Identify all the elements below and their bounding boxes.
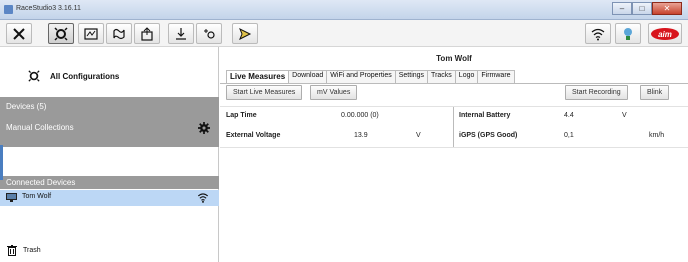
minimize-button[interactable]: – bbox=[612, 2, 632, 15]
tab-settings[interactable]: Settings bbox=[394, 70, 429, 83]
tab-download[interactable]: Download bbox=[288, 70, 328, 83]
all-configurations-label: All Configurations bbox=[50, 71, 120, 81]
toolbar: aim bbox=[0, 20, 688, 47]
send-icon bbox=[239, 27, 252, 40]
measure-label: iGPS (GPS Good) bbox=[459, 132, 518, 139]
trash-item[interactable]: Trash bbox=[7, 245, 41, 256]
close-button[interactable]: ✕ bbox=[652, 2, 682, 15]
download-button[interactable] bbox=[168, 23, 194, 44]
analysis-button[interactable] bbox=[78, 23, 104, 44]
start-live-measures-button[interactable]: Start Live Measures bbox=[226, 85, 303, 100]
sidebar: All Configurations Devices (5) Manual Co… bbox=[0, 47, 219, 262]
device-tabs: Live Measures Download WiFi and Properti… bbox=[226, 70, 515, 83]
track-button[interactable] bbox=[106, 23, 132, 44]
measures-bottom-divider bbox=[220, 147, 688, 148]
device-panel: Tom Wolf Live Measures Download WiFi and… bbox=[220, 47, 688, 262]
connect-button[interactable] bbox=[48, 23, 74, 44]
settings-button[interactable] bbox=[196, 23, 222, 44]
manual-collections-label[interactable]: Manual Collections bbox=[6, 123, 74, 132]
measure-unit: km/h bbox=[649, 132, 665, 139]
settings-icon bbox=[204, 28, 215, 39]
device-title: Tom Wolf bbox=[436, 54, 472, 63]
wifi-icon bbox=[591, 28, 605, 40]
wifi-button[interactable] bbox=[585, 23, 611, 44]
tab-live-measures[interactable]: Live Measures bbox=[226, 70, 290, 83]
aim-logo: aim bbox=[651, 27, 679, 40]
measures-top-divider bbox=[220, 106, 688, 107]
svg-text:aim: aim bbox=[658, 30, 672, 39]
measure-row: Lap Time 0.00.000 (0) Internal Battery 4… bbox=[226, 110, 686, 124]
sidebar-accent bbox=[0, 145, 3, 180]
measure-row: External Voltage 13.9 V iGPS (GPS Good) … bbox=[226, 130, 686, 144]
all-configurations-item[interactable]: All Configurations bbox=[0, 65, 219, 87]
measure-value: 4.4 bbox=[564, 112, 574, 119]
trash-icon bbox=[7, 245, 17, 256]
measure-unit: V bbox=[622, 112, 627, 119]
wifi-icon bbox=[197, 193, 209, 203]
connected-devices-label: Connected Devices bbox=[6, 178, 76, 187]
window-controls: – □ ✕ bbox=[612, 2, 682, 15]
export-button[interactable] bbox=[134, 23, 160, 44]
connect-icon bbox=[28, 70, 40, 82]
title-bar: RaceStudio3 3.16.11 – □ ✕ bbox=[0, 0, 688, 20]
measure-value: 13.9 bbox=[354, 132, 368, 139]
connected-devices-header: Connected Devices bbox=[0, 176, 219, 189]
download-icon bbox=[176, 27, 186, 40]
export-icon bbox=[141, 26, 153, 41]
measure-value: 0.00.000 (0) bbox=[341, 112, 379, 119]
start-recording-button[interactable]: Start Recording bbox=[565, 85, 628, 100]
maximize-button[interactable]: □ bbox=[632, 2, 652, 15]
thermometer-icon bbox=[624, 27, 632, 40]
measure-label: Lap Time bbox=[226, 112, 257, 119]
measure-label: Internal Battery bbox=[459, 112, 511, 119]
connected-device-name: Tom Wolf bbox=[22, 193, 52, 200]
tools-icon bbox=[13, 27, 25, 40]
devices-group[interactable]: Devices (5) Manual Collections bbox=[0, 97, 219, 147]
tools-button[interactable] bbox=[6, 23, 32, 44]
tab-wifi-properties[interactable]: WiFi and Properties bbox=[326, 70, 396, 83]
thermometer-button[interactable] bbox=[615, 23, 641, 44]
devices-header: Devices (5) bbox=[6, 102, 47, 111]
tab-divider bbox=[220, 83, 688, 84]
device-action-button[interactable] bbox=[232, 23, 258, 44]
tab-firmware[interactable]: Firmware bbox=[477, 70, 515, 83]
monitor-icon bbox=[6, 193, 17, 202]
track-icon bbox=[113, 28, 125, 39]
blink-button[interactable]: Blink bbox=[640, 85, 670, 100]
measure-value: 0,1 bbox=[564, 132, 574, 139]
aim-logo-button[interactable]: aim bbox=[648, 23, 682, 44]
trash-label: Trash bbox=[23, 247, 41, 254]
tab-logo[interactable]: Logo bbox=[454, 70, 479, 83]
gear-icon[interactable] bbox=[198, 122, 210, 134]
mv-values-button[interactable]: mV Values bbox=[310, 85, 358, 100]
connected-device-row[interactable]: Tom Wolf bbox=[0, 190, 219, 206]
tab-tracks[interactable]: Tracks bbox=[427, 70, 456, 83]
analysis-icon bbox=[84, 27, 98, 40]
measure-unit: V bbox=[416, 132, 421, 139]
app-icon bbox=[4, 5, 13, 14]
measure-label: External Voltage bbox=[226, 132, 281, 139]
window-title: RaceStudio3 3.16.11 bbox=[16, 5, 81, 12]
connect-icon bbox=[54, 26, 68, 41]
